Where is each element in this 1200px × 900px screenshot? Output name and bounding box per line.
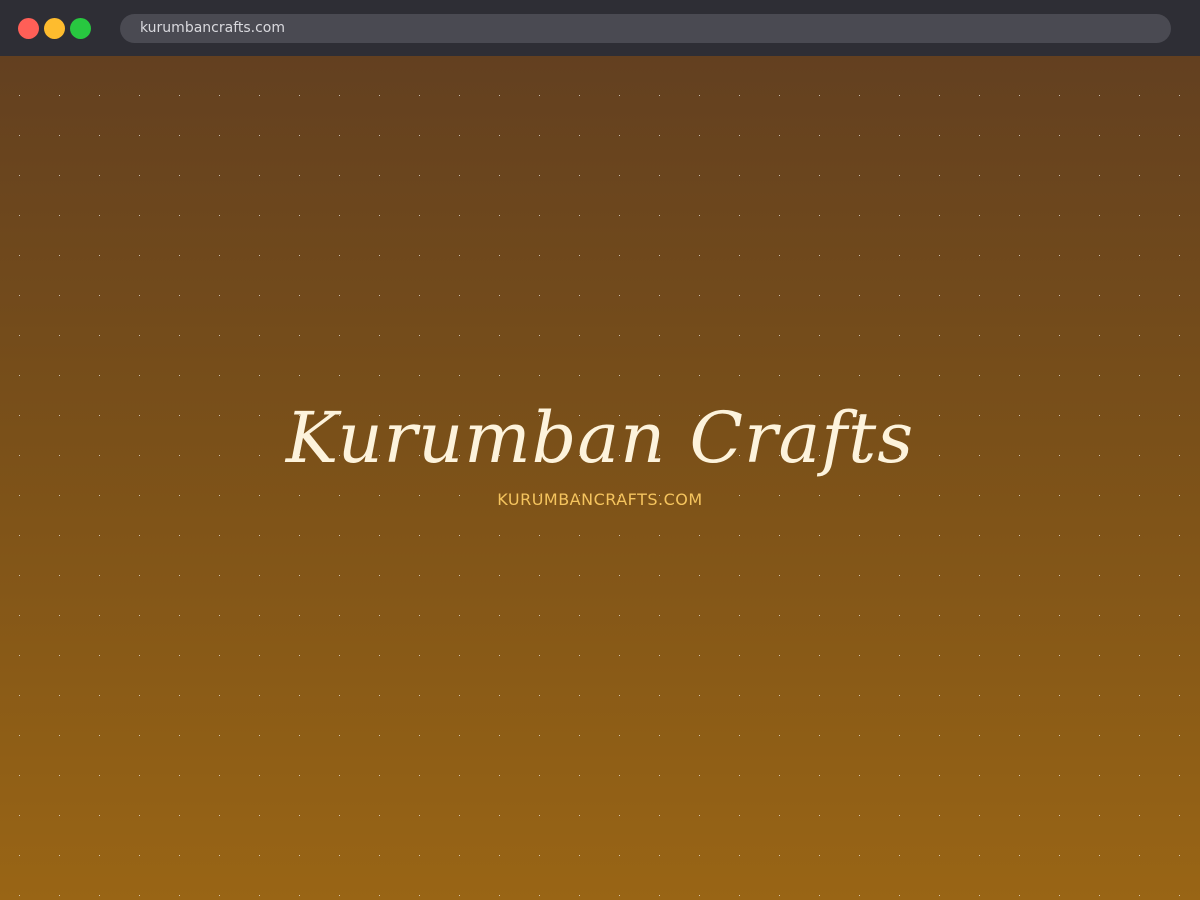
close-window-button[interactable] [18,18,39,39]
site-title: Kurumban Crafts [285,397,915,479]
page-viewport: Kurumban Crafts KURUMBANCRAFTS.COM [0,56,1200,900]
minimize-window-button[interactable] [44,18,65,39]
site-domain-label: KURUMBANCRAFTS.COM [497,490,703,509]
browser-titlebar: kurumbancrafts.com [0,0,1200,56]
browser-window: kurumbancrafts.com Kurumban Crafts KURUM… [0,0,1200,900]
hero-section: Kurumban Crafts KURUMBANCRAFTS.COM [0,396,1200,510]
zoom-window-button[interactable] [70,18,91,39]
address-bar[interactable]: kurumbancrafts.com [120,14,1171,43]
